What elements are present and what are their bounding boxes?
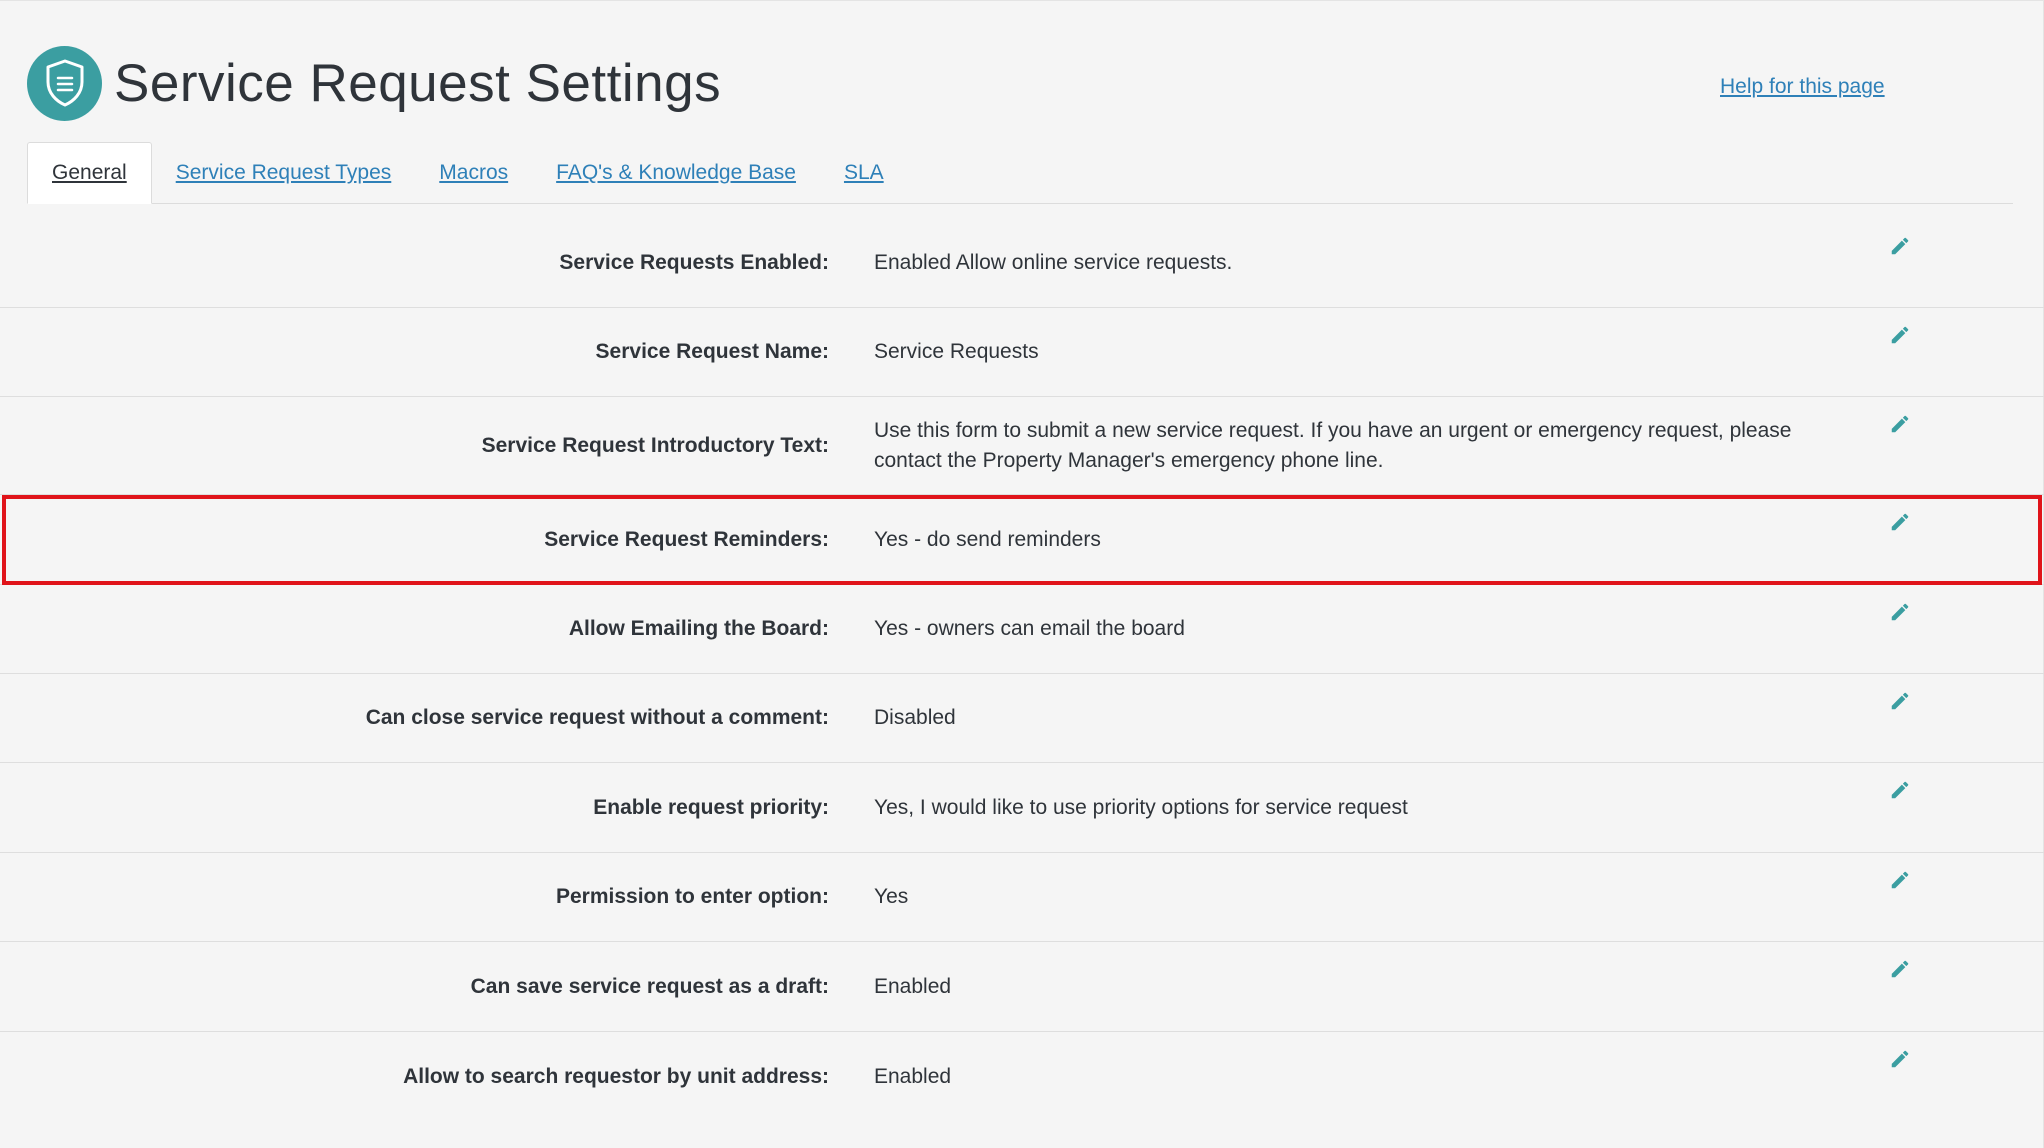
- edit-pencil-icon[interactable]: [1889, 235, 1911, 257]
- shield-icon: [27, 45, 102, 121]
- setting-label: Allow to search requestor by unit addres…: [403, 1064, 829, 1088]
- setting-value: Yes: [874, 885, 909, 908]
- setting-label: Enable request priority:: [593, 795, 829, 819]
- tab-faqs-knowledge-base[interactable]: FAQ's & Knowledge Base: [532, 143, 820, 203]
- setting-value: Enabled Allow online service requests.: [874, 251, 1233, 274]
- setting-value: Yes - owners can email the board: [874, 617, 1185, 640]
- setting-label: Permission to enter option:: [555, 885, 829, 908]
- setting-label: Service Request Name:: [595, 340, 829, 363]
- edit-pencil-icon[interactable]: [1889, 1048, 1911, 1070]
- setting-value: Use this form to submit a new service re…: [874, 418, 1792, 472]
- setting-value: Enabled: [874, 974, 952, 998]
- setting-label: Service Request Introductory Text:: [481, 433, 829, 457]
- edit-pencil-icon[interactable]: [1889, 690, 1911, 712]
- setting-row-request-priority: Enable request priority: Yes, I would li…: [0, 763, 2044, 853]
- setting-row-close-without-comment: Can close service request without a comm…: [0, 674, 2044, 763]
- tab-sla[interactable]: SLA: [820, 143, 908, 203]
- edit-pencil-icon[interactable]: [1889, 324, 1911, 346]
- help-link[interactable]: Help for this page: [1720, 75, 1885, 99]
- setting-value: Disabled: [874, 706, 956, 729]
- tab-service-request-types[interactable]: Service Request Types: [152, 143, 416, 203]
- setting-row-service-request-name: Service Request Name: Service Requests: [0, 308, 2044, 397]
- setting-row-save-as-draft: Can save service request as a draft: Ena…: [0, 942, 2044, 1032]
- setting-value: Enabled: [874, 1064, 952, 1088]
- edit-pencil-icon[interactable]: [1889, 601, 1911, 623]
- edit-pencil-icon[interactable]: [1889, 413, 1911, 435]
- edit-pencil-icon[interactable]: [1889, 958, 1911, 980]
- settings-page: Service Request Settings Help for this p…: [0, 0, 2044, 1148]
- tab-bar: General Service Request Types Macros FAQ…: [27, 142, 2013, 204]
- page-header: Service Request Settings: [27, 45, 721, 121]
- setting-value: Yes, I would like to use priority option…: [874, 795, 1408, 819]
- setting-row-permission-to-enter: Permission to enter option: Yes: [0, 853, 2044, 942]
- edit-pencil-icon[interactable]: [1889, 779, 1911, 801]
- tab-general[interactable]: General: [27, 142, 152, 204]
- setting-label: Service Request Reminders:: [544, 527, 829, 551]
- setting-label: Service Requests Enabled:: [559, 251, 829, 274]
- tab-macros[interactable]: Macros: [415, 143, 532, 203]
- edit-pencil-icon[interactable]: [1889, 511, 1911, 533]
- setting-value: Service Requests: [874, 340, 1039, 363]
- page-title: Service Request Settings: [114, 53, 722, 113]
- setting-label: Can close service request without a comm…: [365, 706, 829, 729]
- setting-label: Allow Emailing the Board:: [568, 617, 829, 640]
- setting-row-service-request-reminders: Service Request Reminders: Yes - do send…: [0, 495, 2044, 585]
- settings-list: Service Requests Enabled: Enabled Allow …: [0, 219, 2044, 1121]
- edit-pencil-icon[interactable]: [1889, 869, 1911, 891]
- setting-label: Can save service request as a draft:: [470, 974, 829, 998]
- setting-row-search-by-unit-address: Allow to search requestor by unit addres…: [0, 1032, 2044, 1121]
- setting-row-introductory-text: Service Request Introductory Text: Use t…: [0, 397, 2044, 495]
- setting-value: Yes - do send reminders: [874, 527, 1101, 551]
- setting-row-allow-emailing-board: Allow Emailing the Board: Yes - owners c…: [0, 585, 2044, 674]
- setting-row-service-requests-enabled: Service Requests Enabled: Enabled Allow …: [0, 219, 2044, 308]
